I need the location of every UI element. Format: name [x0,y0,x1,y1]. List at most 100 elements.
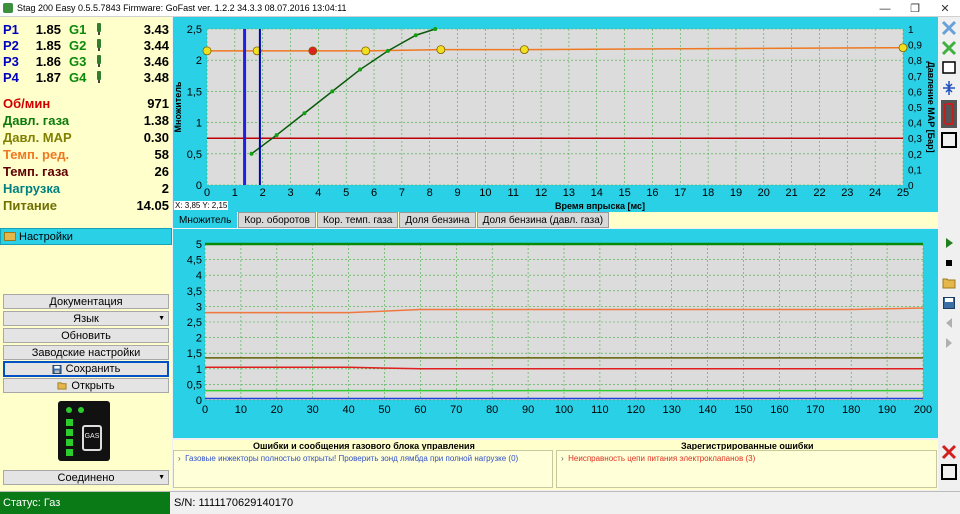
factory-settings-button[interactable]: Заводские настройки [3,345,169,360]
y-tick-label: 3 [196,301,202,313]
gas-value: 3.44 [143,37,169,53]
errors-panel: Ошибки и сообщения газового блока управл… [173,440,938,490]
gas-value: 3.46 [143,53,169,69]
metric-label: Темп. газа [3,164,69,179]
metric-value: 58 [154,147,169,162]
step-back-icon[interactable] [940,314,958,332]
metric-value: 14.05 [136,198,169,213]
clear-errors-icon[interactable] [940,443,958,461]
petrol-value: 1.85 [35,21,61,37]
x-tick-label: 90 [522,404,534,416]
connection-status: Статус: Газ [0,492,170,514]
connection-dropdown[interactable]: Соединено ▼ [3,470,169,485]
x-tick-label: 0 [202,404,208,416]
x-tick-label: 5 [343,187,349,199]
save-button[interactable]: Сохранить [3,361,169,377]
metric-label: Давл. MAP [3,130,72,145]
y2-tick-label: 1 [908,25,914,36]
injector-row: P3 1.86 G3 3.46 [3,53,169,69]
save-file-icon[interactable] [940,294,958,312]
tab-2[interactable]: Кор. темп. газа [316,212,399,228]
multiplier-chart[interactable]: 0 1 2 3 4 5 6 7 8 9 10 11 12 13 14 15 16 17 18 19 20 21 22 23 24… [173,17,938,212]
y-tick-label: 0,5 [187,379,202,391]
y-tick-label: 0 [196,395,202,407]
metric-value: 26 [154,164,169,179]
x-tick-label: 30 [307,404,319,416]
x-tick-label: 19 [730,187,742,199]
multiplier-point [274,133,279,138]
gas-badge: GAS [82,425,102,451]
recorder-toolbar [939,232,960,354]
metric-row: Нагрузка 2 [3,180,169,197]
close-zoom-icon[interactable] [940,39,958,57]
step-forward-icon[interactable] [940,334,958,352]
x-tick-label: 200 [914,404,932,416]
language-dropdown[interactable]: Язык ▼ [3,311,169,326]
stop-icon[interactable] [940,254,958,272]
multiplier-point [413,33,418,38]
y2-tick-label: 0,6 [908,87,922,98]
multiplier-point [330,89,335,94]
multiplier-point [385,48,390,53]
tab-1[interactable]: Кор. оборотов [238,212,316,228]
tab-4[interactable]: Доля бензина (давл. газа) [476,212,610,228]
y-tick-label: 2,5 [187,317,202,329]
y2-tick-label: 0,3 [908,134,922,145]
metric-value: 1.38 [143,113,169,128]
close-button[interactable]: ✕ [930,0,960,17]
play-icon[interactable] [940,234,958,252]
metric-label: Об/мин [3,96,51,111]
petrol-label: P2 [3,37,19,53]
y-tick-label: 1,5 [187,348,202,360]
tab-0[interactable]: Множитель [173,212,238,228]
metric-row: Давл. MAP 0.30 [3,129,169,146]
app-icon [3,3,13,13]
injector-icon [95,55,103,67]
multiplier-point [433,27,438,31]
open-file-icon[interactable] [940,274,958,292]
floppy-icon [52,364,62,374]
update-button[interactable]: Обновить [3,328,169,343]
ecu-errors-list[interactable]: › Газовые инжекторы полностью открыты! П… [173,450,553,488]
metric-value: 2 [161,181,169,196]
y2-tick-label: 0,9 [908,41,922,52]
y2-tick-label: 0,1 [908,165,922,176]
oscilloscope-chart[interactable]: 0 10 20 30 40 50 60 70 80 90 100 110 120 130 140 150 160… [173,229,938,438]
x-tick-label: 1 [232,187,238,199]
petrol-value: 1.87 [35,69,61,85]
errors-toolbar [939,441,960,483]
x-tick-label: 20 [758,187,770,199]
window-title: Stag 200 Easy 0.5.5.7843 Firmware: GoFas… [17,3,347,13]
petrol-label: P4 [3,69,19,85]
registered-errors-list[interactable]: › Неисправность цепи питания электроклап… [556,450,937,488]
minimize-button[interactable]: — [870,0,900,17]
blank-square-icon[interactable] [940,463,958,481]
split-icon[interactable] [940,79,958,97]
gas-label: G2 [69,37,87,53]
x-tick-label: 4 [315,187,321,199]
language-label: Язык [73,312,99,325]
status-bar: Статус: Газ S/N: 1111170629140170 [0,491,960,514]
metric-row: Темп. ред. 58 [3,146,169,163]
injector-row: P1 1.85 G1 3.43 [3,21,169,37]
x-tick-label: 70 [450,404,462,416]
restore-button[interactable]: ❐ [900,0,930,17]
blank-square-icon[interactable] [940,131,958,149]
x-tick-label: 23 [841,187,853,199]
x-tick-label: 130 [663,404,681,416]
documentation-button[interactable]: Документация [3,294,169,309]
metric-label: Давл. газа [3,113,70,128]
open-button[interactable]: Открыть [3,378,169,393]
zoom-fit-icon[interactable] [940,19,958,37]
petrol-label: P3 [3,53,19,69]
gas-value: 3.48 [143,69,169,85]
chevron-down-icon: ▼ [158,474,165,481]
y2-tick-label: 0 [908,181,914,192]
settings-header[interactable]: Настройки [0,228,172,245]
tab-3[interactable]: Доля бензина [399,212,476,228]
y-tick-label: 3,5 [187,286,202,298]
x-tick-label: 12 [535,187,547,199]
gas-value: 3.43 [143,21,169,37]
window-icon[interactable] [940,59,958,77]
x-tick-label: 60 [414,404,426,416]
